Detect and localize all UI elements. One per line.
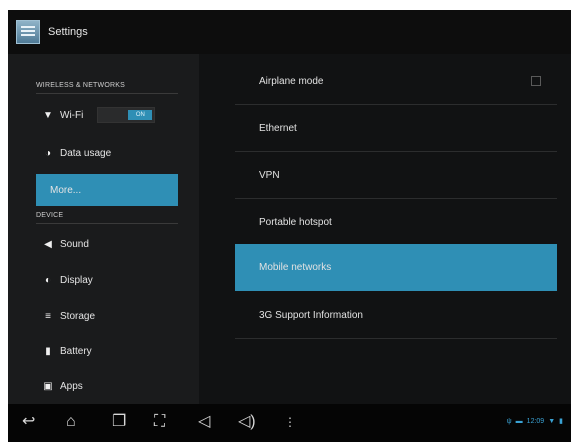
setting-mobile-networks[interactable]: Mobile networks (235, 244, 557, 291)
battery-icon: ▮ (559, 418, 563, 425)
display-icon: ◐ (44, 274, 52, 286)
battery-icon: ▮ (45, 345, 51, 357)
setting-label: Airplane mode (259, 75, 324, 87)
sidebar-item-storage[interactable]: ≡ Storage (36, 301, 178, 331)
storage-icon: ≡ (45, 310, 51, 322)
sidebar-item-sound[interactable]: ◀ Sound (36, 229, 178, 259)
setting-label: Mobile networks (259, 261, 332, 273)
sidebar-item-display[interactable]: ◐ Display (36, 265, 178, 295)
sidebar-item-wifi[interactable]: ▼ Wi-Fi ON (36, 100, 178, 130)
volume-down-icon[interactable]: ◁ (198, 412, 210, 432)
sidebar-item-label: Storage (60, 310, 96, 322)
sidebar-item-data-usage[interactable]: ◑ Data usage (36, 138, 178, 168)
sidebar-item-label: More... (50, 184, 82, 196)
home-icon[interactable]: ⌂ (66, 412, 76, 432)
setting-portable-hotspot[interactable]: Portable hotspot (235, 199, 557, 246)
setting-label: VPN (259, 169, 280, 181)
sidebar-item-label: Sound (60, 238, 89, 250)
section-header-wireless: WIRELESS & NETWORKS (36, 82, 178, 94)
screenshot-icon[interactable]: ⛶ (154, 412, 165, 432)
sidebar-item-label: Battery (60, 345, 92, 357)
sidebar-item-label: Apps (60, 380, 83, 392)
setting-label: Ethernet (259, 122, 297, 134)
sidebar-item-label: Data usage (60, 147, 112, 159)
apps-icon: ▣ (43, 380, 53, 392)
setting-airplane-mode[interactable]: Airplane mode (235, 58, 557, 105)
menu-icon[interactable]: ⋮ (284, 412, 296, 432)
page-title: Settings (48, 26, 88, 38)
back-icon[interactable]: ↩ (22, 412, 35, 432)
sidebar-item-more[interactable]: More... (36, 174, 178, 206)
settings-content: Airplane mode Ethernet VPN Portable hots… (199, 54, 571, 404)
toggle-state: ON (128, 110, 153, 120)
wifi-icon: ▼ (43, 109, 53, 121)
section-header-device: DEVICE (36, 212, 178, 224)
title-bar: Settings (8, 10, 571, 54)
airplane-mode-checkbox[interactable] (531, 76, 541, 86)
setting-label: 3G Support Information (259, 309, 363, 321)
data-usage-icon: ◑ (44, 147, 52, 159)
sidebar-item-label: Display (60, 274, 93, 286)
recent-apps-icon[interactable]: ❐ (112, 412, 126, 432)
setting-vpn[interactable]: VPN (235, 152, 557, 199)
settings-icon[interactable] (16, 20, 40, 44)
setting-3g-support-information[interactable]: 3G Support Information (235, 292, 557, 339)
settings-sidebar: WIRELESS & NETWORKS ▼ Wi-Fi ON ◑ Data us… (8, 54, 199, 404)
speaker-icon: ◀ (44, 238, 52, 250)
system-navigation-bar: ↩ ⌂ ❐ ⛶ ◁ ◁) ⋮ ψ ▬ 12:09 ▼ ▮ (8, 404, 571, 442)
tablet-screen: Settings WIRELESS & NETWORKS ▼ Wi-Fi ON … (8, 10, 571, 442)
usb-icon: ψ (506, 417, 512, 425)
wifi-toggle[interactable]: ON (97, 107, 156, 123)
volume-up-icon[interactable]: ◁) (238, 412, 256, 432)
setting-label: Portable hotspot (259, 216, 332, 228)
status-area: ψ ▬ 12:09 ▼ ▮ (506, 417, 563, 426)
setting-ethernet[interactable]: Ethernet (235, 105, 557, 152)
sidebar-item-label: Wi-Fi (60, 109, 84, 121)
wifi-icon: ▼ (548, 417, 556, 425)
notification-icon: ▬ (515, 417, 523, 425)
clock: 12:09 (526, 417, 545, 425)
sidebar-item-apps[interactable]: ▣ Apps (36, 371, 178, 401)
sidebar-item-battery[interactable]: ▮ Battery (36, 336, 178, 366)
